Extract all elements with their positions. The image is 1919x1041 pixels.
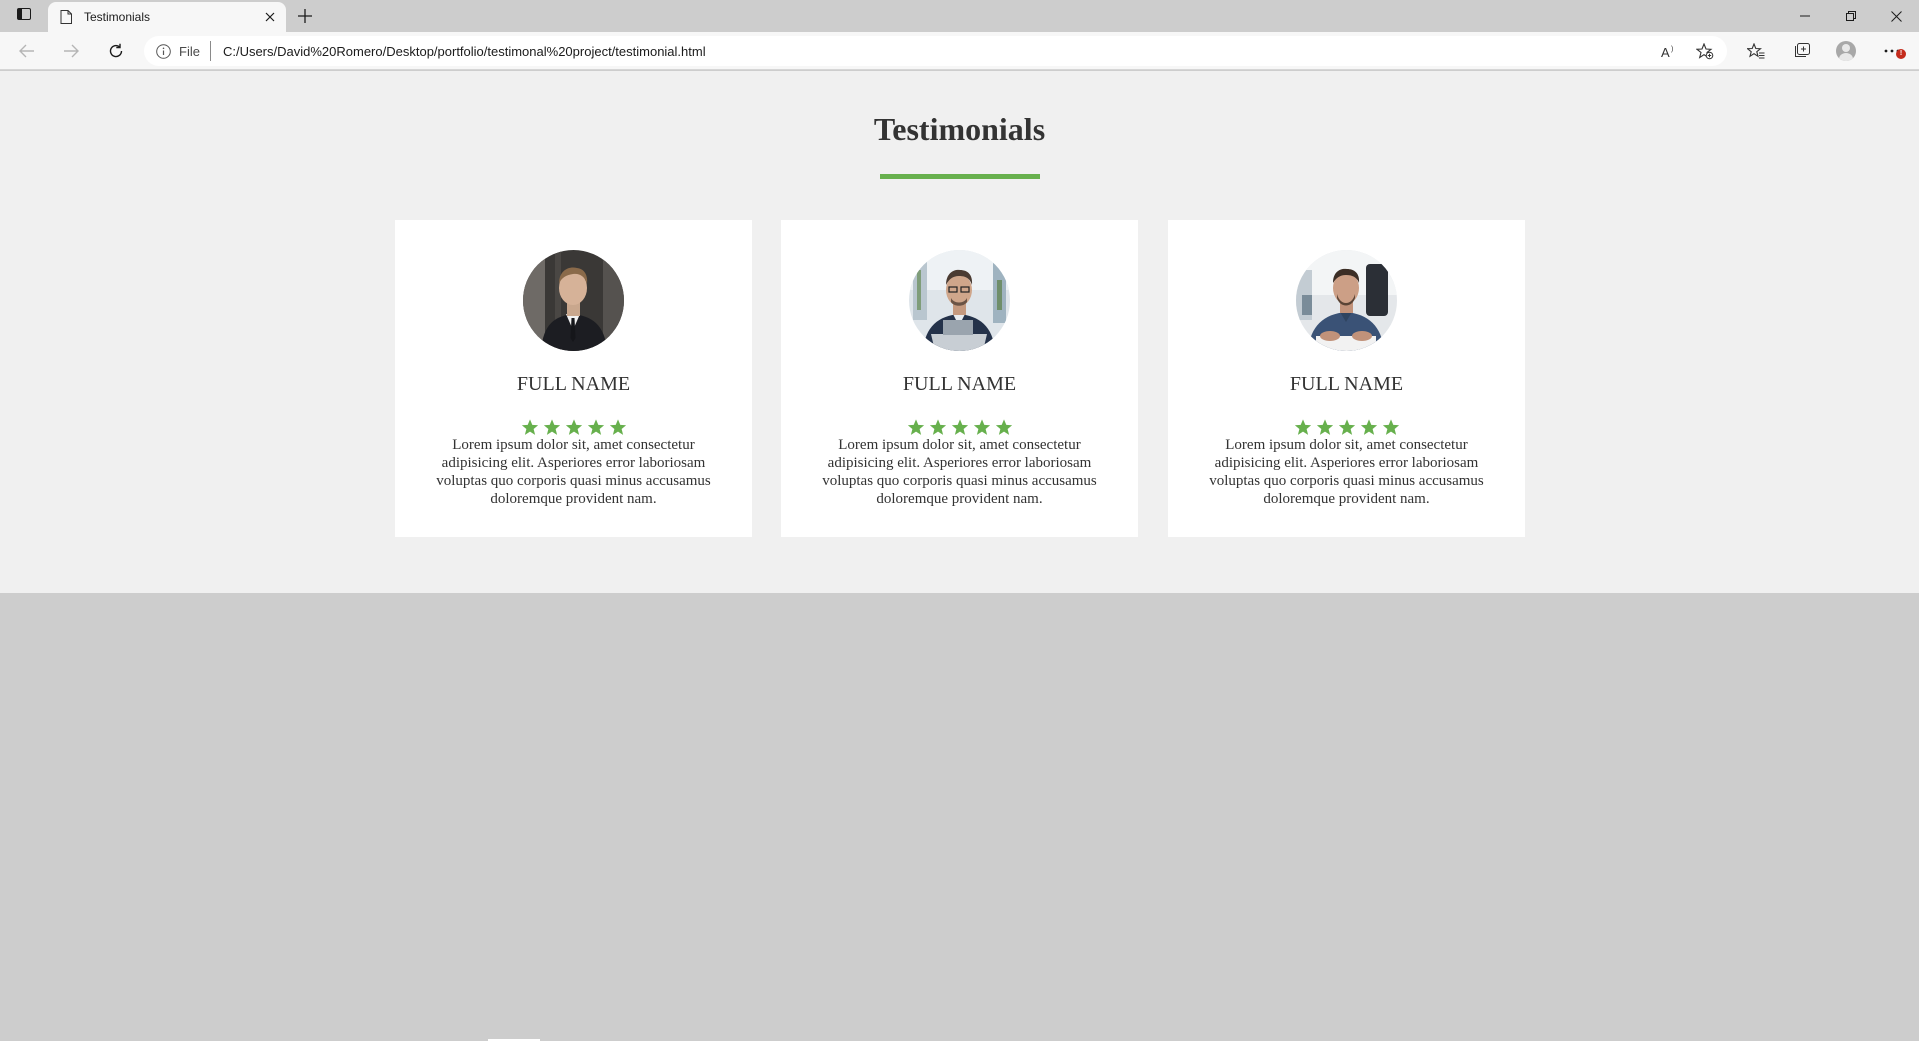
tab-close-button[interactable] [260,7,280,27]
new-tab-button[interactable] [293,5,317,27]
back-icon [19,44,34,58]
star-icon [928,418,948,437]
testimonial-card: FULL NAME Lorem ipsum dolor sit, amet co… [781,220,1138,537]
testimonial-text: Lorem ipsum dolor sit, amet consectetur … [1209,437,1484,507]
window-close-button[interactable] [1873,0,1919,32]
page-viewport: Testimonials FULL NAME Lorem ipsum dolor… [0,71,1919,1041]
star-icon [906,418,926,437]
testimonial-text: Lorem ipsum dolor sit, amet consectetur … [822,437,1097,507]
star-rating [1168,418,1525,437]
testimonial-card: FULL NAME Lorem ipsum dolor sit, amet co… [1168,220,1525,537]
testimonials-section: Testimonials FULL NAME Lorem ipsum dolor… [0,71,1919,593]
reload-icon [109,43,123,58]
site-info-button[interactable]: File [156,41,211,61]
site-info-label: File [179,43,200,59]
page-title: Testimonials [873,111,1046,147]
reload-button[interactable] [101,37,131,65]
restore-button[interactable] [1828,0,1874,32]
tab-title: Testimonials [84,10,151,24]
star-rating [395,418,752,437]
browser-toolbar: File C:/Users/David%20Romero/Desktop/por… [0,32,1919,70]
forward-icon [64,44,79,58]
favorites-button[interactable] [1740,37,1772,65]
avatar [1296,250,1397,351]
info-icon [156,43,171,59]
star-icon [994,418,1014,437]
star-icon [608,418,628,437]
profile-icon [1836,41,1856,61]
testimonial-name: FULL NAME [1289,373,1404,395]
tab-actions-icon [17,7,31,25]
star-rating [781,418,1138,437]
tab-actions-button[interactable] [10,5,38,27]
back-button[interactable] [12,37,42,65]
svg-text:): ) [1671,46,1673,53]
collections-icon [1794,43,1810,57]
url-text[interactable]: C:/Users/David%20Romero/Desktop/portfoli… [223,44,1655,59]
avatar [909,250,1010,351]
star-icon [542,418,562,437]
star-icon [1315,418,1335,437]
collections-button[interactable] [1785,37,1817,65]
active-tab[interactable]: Testimonials [48,2,286,32]
minimize-button[interactable] [1782,0,1828,32]
more-button[interactable]: ! [1876,37,1908,65]
add-favorite-icon[interactable] [1691,38,1719,64]
notification-badge: ! [1896,49,1906,59]
profile-button[interactable] [1830,37,1862,65]
star-icon [972,418,992,437]
star-icon [950,418,970,437]
star-icon [564,418,584,437]
address-bar[interactable]: File C:/Users/David%20Romero/Desktop/por… [144,36,1727,66]
restore-icon [1846,11,1856,21]
star-icon [586,418,606,437]
star-icon [1293,418,1313,437]
favorites-icon [1747,43,1765,59]
tab-strip: Testimonials [0,0,1919,32]
avatar [523,250,624,351]
testimonial-name: FULL NAME [516,373,631,395]
star-icon [1337,418,1357,437]
testimonial-text: Lorem ipsum dolor sit, amet consectetur … [436,437,711,507]
testimonial-card: FULL NAME Lorem ipsum dolor sit, amet co… [395,220,752,537]
star-icon [1381,418,1401,437]
read-aloud-icon[interactable]: A) [1655,38,1683,64]
forward-button[interactable] [56,37,86,65]
testimonial-name: FULL NAME [902,373,1017,395]
close-icon [1890,10,1902,22]
minimize-icon [1800,15,1810,17]
svg-text:A: A [1661,45,1670,58]
title-underline [880,174,1040,179]
page-icon [58,9,74,25]
star-icon [1359,418,1379,437]
close-icon [265,12,275,22]
star-icon [520,418,540,437]
plus-icon [298,9,312,23]
